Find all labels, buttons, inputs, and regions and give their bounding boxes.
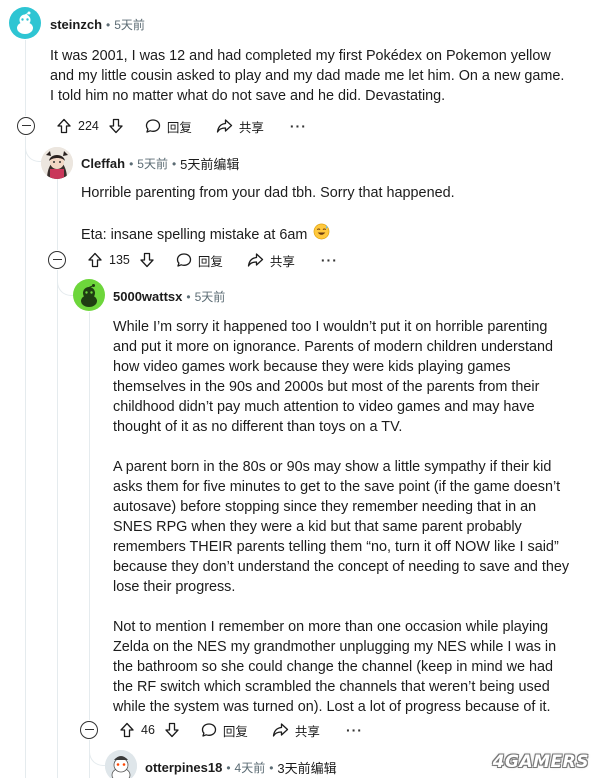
grinning-sweat-emoji-icon	[313, 223, 330, 246]
comment-bubble-icon	[145, 119, 161, 133]
comment-5000wattsx: 5000wattsx • 5天前 While I’m sorry it happ…	[0, 270, 597, 740]
reply-label: 回复	[197, 254, 223, 269]
downvote-button[interactable]	[139, 252, 155, 268]
comment-meta: Cleffah • 5天前 • 5天前编辑	[81, 154, 239, 173]
edited-label: 5天前编辑	[180, 157, 240, 172]
comment-paragraph: Horrible parenting from your dad tbh. So…	[81, 185, 455, 201]
watermark-logo: 4GAMERS	[492, 752, 589, 772]
upvote-arrow-icon	[57, 118, 71, 134]
share-arrow-icon	[272, 723, 289, 737]
more-options-button[interactable]: ···	[321, 252, 338, 268]
upvote-button[interactable]	[87, 252, 103, 268]
separator-dot: •	[269, 760, 274, 775]
collapse-button[interactable]	[48, 251, 66, 269]
comment-paragraph: A parent born in the 80s or 90s may show…	[113, 459, 570, 595]
timestamp[interactable]: 4天前	[235, 759, 266, 776]
comment-meta: otterpines18 • 4天前 • 3天前编辑	[145, 758, 337, 777]
timestamp[interactable]: 5天前	[137, 155, 168, 172]
avatar[interactable]	[9, 7, 41, 39]
author-name[interactable]: Cleffah	[81, 156, 125, 171]
vote-count: 46	[141, 723, 155, 737]
reply-label: 回复	[222, 724, 248, 739]
timestamp[interactable]: 5天前	[114, 16, 145, 33]
comment-paragraph: While I’m sorry it happened too I wouldn…	[113, 319, 553, 435]
comment-paragraph-with-emoji: Eta: insane spelling mistake at 6am	[81, 223, 581, 246]
separator-dot: •	[226, 760, 231, 775]
avatar[interactable]	[41, 147, 73, 179]
share-arrow-icon	[216, 119, 233, 133]
avatar[interactable]	[105, 750, 137, 778]
comment-meta: steinzch • 5天前	[50, 16, 145, 33]
comment-actions: 46 回复 共享 ···	[80, 719, 363, 741]
anime-girl-avatar-icon	[41, 147, 73, 179]
comment-actions: 224 回复 共享 ···	[17, 115, 307, 137]
share-label: 共享	[294, 724, 320, 739]
comment-steinzch: steinzch • 5天前 It was 2001, I was 12 and…	[0, 0, 597, 140]
comment-cleffah: Cleffah • 5天前 • 5天前编辑 Horrible parenting…	[0, 140, 597, 270]
share-label: 共享	[269, 254, 295, 269]
author-name[interactable]: 5000wattsx	[113, 289, 182, 304]
downvote-button[interactable]	[164, 722, 180, 738]
comment-body: Horrible parenting from your dad tbh. So…	[81, 183, 581, 246]
separator-dot: •	[186, 289, 191, 304]
downvote-button[interactable]	[108, 118, 124, 134]
comment-body: It was 2001, I was 12 and had completed …	[50, 46, 570, 106]
separator-dot: •	[129, 156, 134, 171]
share-button[interactable]: 共享	[247, 251, 295, 270]
snoo-avatar-icon	[105, 750, 137, 778]
timestamp[interactable]: 5天前	[195, 288, 226, 305]
snoo-avatar-icon	[17, 11, 33, 34]
avatar[interactable]	[73, 279, 105, 311]
comment-paragraph: Not to mention I remember on more than o…	[113, 619, 557, 715]
reply-label: 回复	[166, 120, 192, 135]
share-button[interactable]: 共享	[272, 721, 320, 740]
more-options-button[interactable]: ···	[290, 118, 307, 134]
vote-count: 224	[78, 119, 99, 133]
comment-paragraph-text: Eta: insane spelling mistake at 6am	[81, 226, 308, 243]
collapse-button[interactable]	[80, 721, 98, 739]
comment-bubble-icon	[201, 723, 217, 737]
snoo-avatar-icon	[81, 284, 97, 307]
downvote-arrow-icon	[140, 252, 154, 268]
comment-paragraph: It was 2001, I was 12 and had completed …	[50, 48, 565, 104]
reply-button[interactable]: 回复	[176, 251, 223, 270]
comment-actions: 135 回复 共享 ···	[48, 249, 338, 271]
share-label: 共享	[238, 120, 264, 135]
author-name[interactable]: steinzch	[50, 17, 102, 32]
upvote-button[interactable]	[119, 722, 135, 738]
share-arrow-icon	[247, 253, 264, 267]
separator-dot: •	[171, 156, 177, 171]
upvote-arrow-icon	[88, 252, 102, 268]
edited-label: 3天前编辑	[277, 761, 337, 776]
share-button[interactable]: 共享	[216, 117, 264, 136]
separator-dot: •	[106, 17, 111, 32]
downvote-arrow-icon	[109, 118, 123, 134]
collapse-button[interactable]	[17, 117, 35, 135]
author-name[interactable]: otterpines18	[145, 760, 222, 775]
comment-body: While I’m sorry it happened too I wouldn…	[113, 317, 575, 717]
more-options-button[interactable]: ···	[346, 722, 363, 738]
upvote-button[interactable]	[56, 118, 72, 134]
reply-button[interactable]: 回复	[145, 117, 192, 136]
reply-button[interactable]: 回复	[201, 721, 248, 740]
vote-count: 135	[109, 253, 130, 267]
comment-meta: 5000wattsx • 5天前	[113, 288, 225, 305]
upvote-arrow-icon	[120, 722, 134, 738]
comment-bubble-icon	[176, 253, 192, 267]
downvote-arrow-icon	[165, 722, 179, 738]
